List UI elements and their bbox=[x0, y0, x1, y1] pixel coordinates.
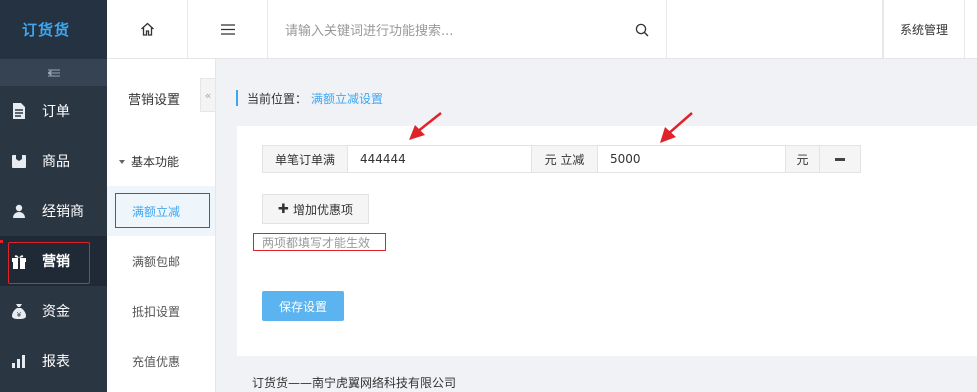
sidebar-collapse-toggle[interactable] bbox=[0, 59, 107, 86]
add-discount-button[interactable]: ✚ 增加优惠项 bbox=[262, 194, 369, 224]
add-discount-label: 增加优惠项 bbox=[292, 202, 353, 217]
settings-card: 单笔订单满 444444 元 立减 5000 元 ✚ 增加优惠项 两项都填写才能… bbox=[237, 126, 977, 356]
money-bag-icon: ¥ bbox=[10, 302, 28, 320]
package-icon bbox=[10, 152, 28, 170]
submenu-item-recharge[interactable]: 充值优惠 bbox=[107, 336, 215, 386]
submenu-item-free-shipping[interactable]: 满额包邮 bbox=[107, 236, 215, 286]
save-settings-button[interactable]: 保存设置 bbox=[262, 291, 344, 321]
sidebar-item-label: 商品 bbox=[42, 154, 70, 170]
annotation-highlight-box bbox=[115, 193, 210, 228]
sidebar-item-dealers[interactable]: 经销商 bbox=[0, 186, 107, 236]
hamburger-icon bbox=[220, 23, 235, 35]
sidebar-item-label: 报表 bbox=[42, 354, 70, 370]
main-sidebar: 订货货 订单 商品 经销商 营销 ¥ 资金 报表 bbox=[0, 0, 107, 392]
double-chevron-left-icon: « bbox=[204, 88, 212, 102]
search-icon[interactable] bbox=[635, 23, 649, 37]
top-header: 请输入关键词进行功能搜索... 系统管理 bbox=[107, 0, 977, 59]
menu-toggle-button[interactable] bbox=[188, 0, 268, 58]
remove-rule-button[interactable] bbox=[820, 146, 860, 172]
submenu-item-label: 抵扣设置 bbox=[132, 304, 181, 319]
sidebar-item-label: 经销商 bbox=[42, 204, 84, 220]
discount-rule-row: 单笔订单满 444444 元 立减 5000 元 bbox=[262, 145, 861, 173]
breadcrumb-label: 当前位置： bbox=[247, 91, 308, 106]
sidebar-item-label: 订单 bbox=[42, 104, 70, 120]
breadcrumb: 当前位置： 满额立减设置 bbox=[236, 90, 383, 106]
user-icon bbox=[10, 202, 28, 220]
submenu-item-deduction[interactable]: 抵扣设置 bbox=[107, 286, 215, 336]
home-icon bbox=[140, 22, 154, 36]
validation-hint: 两项都填写才能生效 bbox=[253, 233, 386, 251]
header-edge bbox=[965, 0, 977, 58]
collapse-icon bbox=[47, 69, 60, 76]
submenu-item-full-reduction[interactable]: 满额立减 bbox=[107, 186, 215, 236]
system-manage-link[interactable]: 系统管理 bbox=[883, 0, 965, 58]
rule-prefix-label: 单笔订单满 bbox=[263, 146, 348, 172]
breadcrumb-current[interactable]: 满额立减设置 bbox=[311, 90, 383, 107]
submenu-title: 营销设置 bbox=[128, 93, 181, 108]
threshold-input[interactable]: 444444 bbox=[348, 146, 532, 172]
document-icon bbox=[10, 102, 28, 120]
discount-amount-input[interactable]: 5000 bbox=[598, 146, 786, 172]
sidebar-item-products[interactable]: 商品 bbox=[0, 136, 107, 186]
search-input[interactable]: 请输入关键词进行功能搜索... bbox=[268, 0, 667, 58]
active-marker bbox=[0, 240, 3, 243]
sidebar-item-label: 资金 bbox=[42, 304, 70, 320]
submenu-group-basic[interactable]: 基本功能 bbox=[119, 153, 179, 170]
home-button[interactable] bbox=[107, 0, 188, 58]
sidebar-item-marketing[interactable]: 营销 bbox=[0, 236, 107, 286]
header-spacer bbox=[667, 0, 883, 58]
bar-chart-icon bbox=[10, 352, 28, 370]
minus-icon bbox=[835, 157, 845, 161]
search-placeholder: 请输入关键词进行功能搜索... bbox=[285, 23, 454, 39]
annotation-highlight-box bbox=[8, 242, 90, 284]
footer-copyright: 订货货——南宁虎翼网络科技有限公司 bbox=[252, 376, 457, 390]
sidebar-item-reports[interactable]: 报表 bbox=[0, 336, 107, 386]
submenu-collapse-button[interactable]: « bbox=[200, 78, 216, 112]
sidebar-item-funds[interactable]: ¥ 资金 bbox=[0, 286, 107, 336]
submenu-group-label: 基本功能 bbox=[131, 155, 180, 169]
plus-icon: ✚ bbox=[278, 201, 289, 217]
submenu-item-label: 满额包邮 bbox=[132, 254, 181, 269]
caret-down-icon bbox=[119, 159, 125, 164]
app-logo[interactable]: 订货货 bbox=[0, 0, 107, 59]
submenu-item-label: 充值优惠 bbox=[132, 354, 181, 369]
rule-middle-label: 元 立减 bbox=[532, 146, 598, 172]
rule-unit-label: 元 bbox=[786, 146, 820, 172]
sidebar-item-orders[interactable]: 订单 bbox=[0, 86, 107, 136]
svg-text:¥: ¥ bbox=[17, 311, 22, 319]
